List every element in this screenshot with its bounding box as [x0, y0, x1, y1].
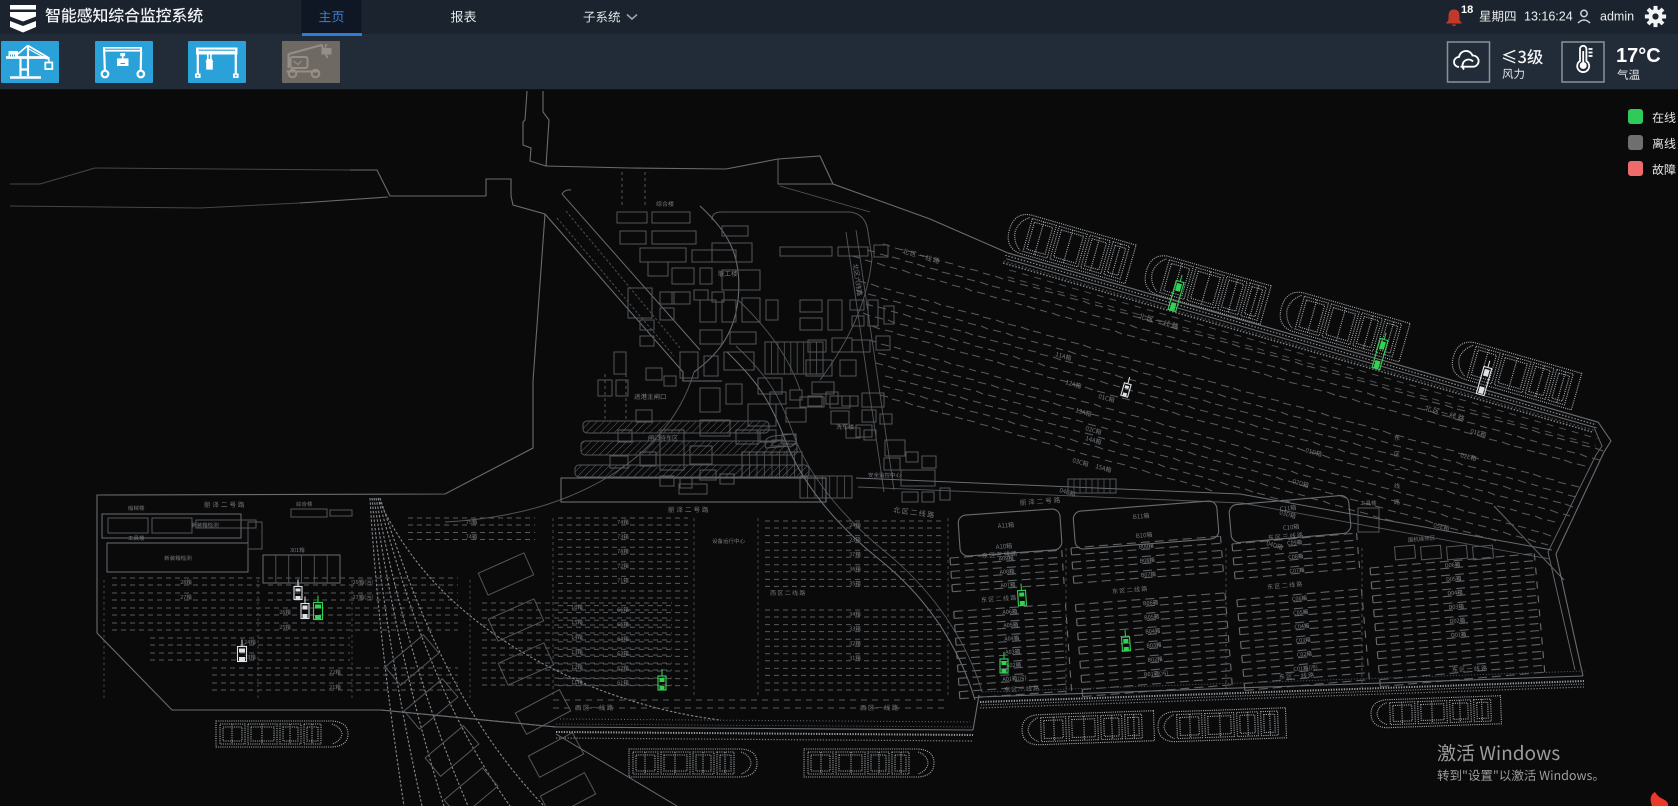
svg-text:admin: admin — [1600, 10, 1634, 24]
svg-text:18: 18 — [1461, 4, 1473, 16]
svg-text:13:16:24: 13:16:24 — [1524, 10, 1573, 24]
svg-text:17°C: 17°C — [1616, 45, 1661, 67]
